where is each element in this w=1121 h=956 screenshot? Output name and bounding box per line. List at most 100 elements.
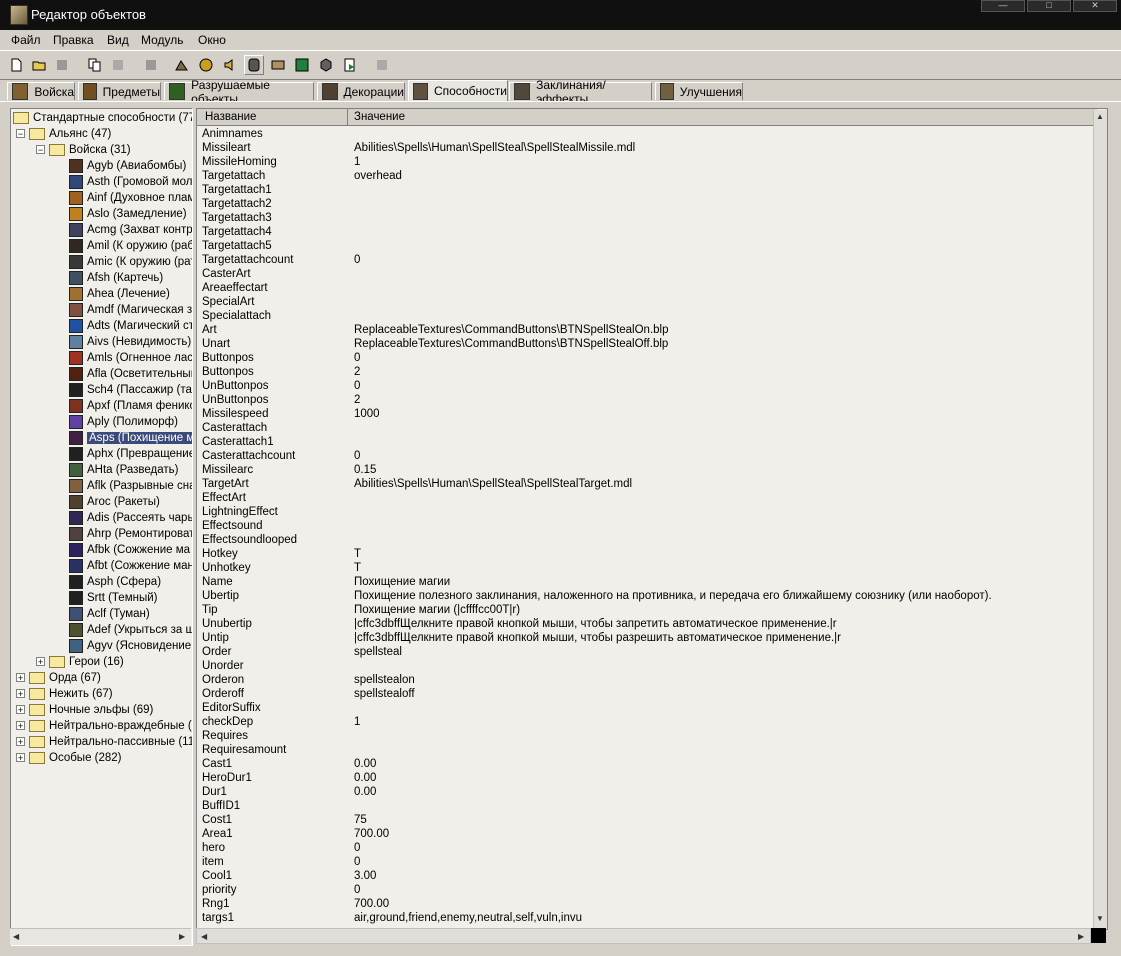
sound-icon[interactable] [220, 55, 240, 75]
test-map-icon[interactable] [340, 55, 360, 75]
terrain-icon[interactable] [172, 55, 192, 75]
property-value[interactable]: 0 [354, 856, 360, 868]
property-value[interactable]: 700.00 [354, 898, 389, 910]
tree-item[interactable]: Aflk (Разрывные сна [69, 478, 192, 494]
object-editor-icon[interactable] [244, 55, 264, 75]
tree-item[interactable]: Agyb (Авиабомбы) [69, 158, 186, 174]
tree-race-folder[interactable]: Ночные эльфы (69) [29, 702, 153, 718]
property-row[interactable]: priority 0 [197, 884, 1097, 898]
property-row[interactable]: HeroDur1 0.00 [197, 772, 1097, 786]
property-row[interactable]: Specialattach [197, 310, 1097, 324]
tree-race-folder[interactable]: Нежить (67) [29, 686, 113, 702]
property-row[interactable]: Buttonpos 2 [197, 366, 1097, 380]
property-row[interactable]: LightningEffect [197, 506, 1097, 520]
property-row[interactable]: Cost1 75 [197, 814, 1097, 828]
property-value[interactable]: 1 [354, 156, 360, 168]
name-column-header[interactable]: Название [205, 111, 256, 123]
property-value[interactable]: T [354, 562, 361, 574]
property-row[interactable]: Requires [197, 730, 1097, 744]
property-row[interactable]: targs1 air,ground,friend,enemy,neutral,se… [197, 912, 1097, 926]
menu-edit[interactable]: Правка [53, 33, 94, 47]
tree-item[interactable]: Amls (Огненное лассо [69, 350, 192, 366]
property-row[interactable]: Targetattach1 [197, 184, 1097, 198]
collapse-icon[interactable]: − [16, 129, 25, 139]
property-value[interactable]: 0.15 [354, 464, 376, 476]
tree-item[interactable]: Aslo (Замедление) [69, 206, 187, 222]
tree-item[interactable]: Afla (Осветительный [69, 366, 192, 382]
property-row[interactable]: Missilespeed 1000 [197, 408, 1097, 422]
property-row[interactable]: Unorder [197, 660, 1097, 674]
tree-race-folder[interactable]: Особые (282) [29, 750, 122, 766]
scroll-left-icon[interactable]: ◀ [201, 932, 207, 941]
property-value[interactable]: 1000 [354, 408, 380, 420]
tree-race-folder[interactable]: Орда (67) [29, 670, 101, 686]
tree-item[interactable]: Ahrp (Ремонтироват [69, 526, 192, 542]
expand-icon[interactable]: + [16, 673, 25, 683]
property-value[interactable]: Похищение магии [354, 576, 450, 588]
tree-item[interactable]: Aivs (Невидимость) [69, 334, 191, 350]
tree-item[interactable]: Aply (Полиморф) [69, 414, 178, 430]
property-value[interactable]: overhead [354, 170, 402, 182]
property-row[interactable]: Orderon spellstealon [197, 674, 1097, 688]
property-row[interactable]: Ubertip Похищение полезного заклинания, н… [197, 590, 1097, 604]
property-value[interactable]: T [354, 548, 361, 560]
property-row[interactable]: UnButtonpos 2 [197, 394, 1097, 408]
save-icon[interactable] [52, 55, 72, 75]
tree-item[interactable]: Amic (К оружию (рат [69, 254, 192, 270]
tree-item[interactable]: Ahea (Лечение) [69, 286, 170, 302]
property-row[interactable]: CasterArt [197, 268, 1097, 282]
value-column-header[interactable]: Значение [354, 111, 405, 123]
property-value[interactable]: |cffc3dbffЩелкните правой кнопкой мыши, … [354, 632, 841, 644]
property-value[interactable]: air,ground,friend,enemy,neutral,self,vul… [354, 912, 582, 924]
tab-upgrades[interactable]: Улучшения [655, 82, 743, 100]
property-row[interactable]: Dur1 0.00 [197, 786, 1097, 800]
tree-item[interactable]: Amil (К оружию (рабо [69, 238, 192, 254]
property-row[interactable]: Effectsound [197, 520, 1097, 534]
property-value[interactable]: 0 [354, 352, 360, 364]
property-row[interactable]: Area1 700.00 [197, 828, 1097, 842]
property-value[interactable]: Похищение полезного заклинания, наложенн… [354, 590, 992, 602]
scroll-down-icon[interactable]: ▼ [1096, 914, 1104, 923]
property-row[interactable]: Name Похищение магии [197, 576, 1097, 590]
tree-item[interactable]: Asph (Сфера) [69, 574, 161, 590]
property-row[interactable]: hero 0 [197, 842, 1097, 856]
property-row[interactable]: BuffID1 [197, 800, 1097, 814]
tab-abilities[interactable]: Способности [408, 80, 508, 101]
property-value[interactable]: spellsteal [354, 646, 402, 658]
property-row[interactable]: Missileart Abilities\Spells\Human\SpellSt… [197, 142, 1097, 156]
tab-items[interactable]: Предметы [78, 82, 161, 100]
property-row[interactable]: Targetattachcount 0 [197, 254, 1097, 268]
property-row[interactable]: Targetattach3 [197, 212, 1097, 226]
tree-item[interactable]: Afbt (Сожжение ман [69, 558, 192, 574]
tree-heroes[interactable]: Герои (16) [49, 654, 124, 670]
property-value[interactable]: 0.00 [354, 772, 376, 784]
grid-horizontal-scrollbar[interactable]: ◀ ▶ [196, 928, 1091, 944]
tab-doodads[interactable]: Декорации [317, 82, 405, 100]
property-value[interactable]: 2 [354, 366, 360, 378]
scroll-right-icon[interactable]: ▶ [1078, 932, 1084, 941]
tree-item[interactable]: Srtt (Темный) [69, 590, 157, 606]
tree-item[interactable]: Afbk (Сожжение ма [69, 542, 190, 558]
property-row[interactable]: Art ReplaceableTextures\CommandButtons\BT… [197, 324, 1097, 338]
property-row[interactable]: Targetattach5 [197, 240, 1097, 254]
property-value[interactable]: 2 [354, 394, 360, 406]
new-file-icon[interactable] [6, 55, 26, 75]
property-value[interactable]: Похищение магии (|cffffcc00T|r) [354, 604, 520, 616]
tree-race-folder[interactable]: Нейтрально-пассивные (11 [29, 734, 192, 750]
tree-item[interactable]: Afsh (Картечь) [69, 270, 163, 286]
tree-root[interactable]: Стандартные способности (778 [13, 110, 192, 126]
tree-item[interactable]: Apxf (Пламя феникс [69, 398, 192, 414]
tree-item[interactable]: Adis (Рассеять чары [69, 510, 192, 526]
property-row[interactable]: EditorSuffix [197, 702, 1097, 716]
property-value[interactable]: |cffc3dbffЩелкните правой кнопкой мыши, … [354, 618, 837, 630]
collapse-icon[interactable]: − [36, 145, 45, 155]
module-icon[interactable] [372, 55, 392, 75]
tree-item[interactable]: Aclf (Туман) [69, 606, 150, 622]
property-value[interactable]: 0.00 [354, 786, 376, 798]
property-row[interactable]: Targetattach4 [197, 226, 1097, 240]
tree-item[interactable]: Aroc (Ракеты) [69, 494, 160, 510]
property-row[interactable]: MissileHoming 1 [197, 156, 1097, 170]
property-value[interactable]: 0 [354, 254, 360, 266]
menu-window[interactable]: Окно [198, 33, 226, 47]
column-divider[interactable] [347, 109, 348, 125]
